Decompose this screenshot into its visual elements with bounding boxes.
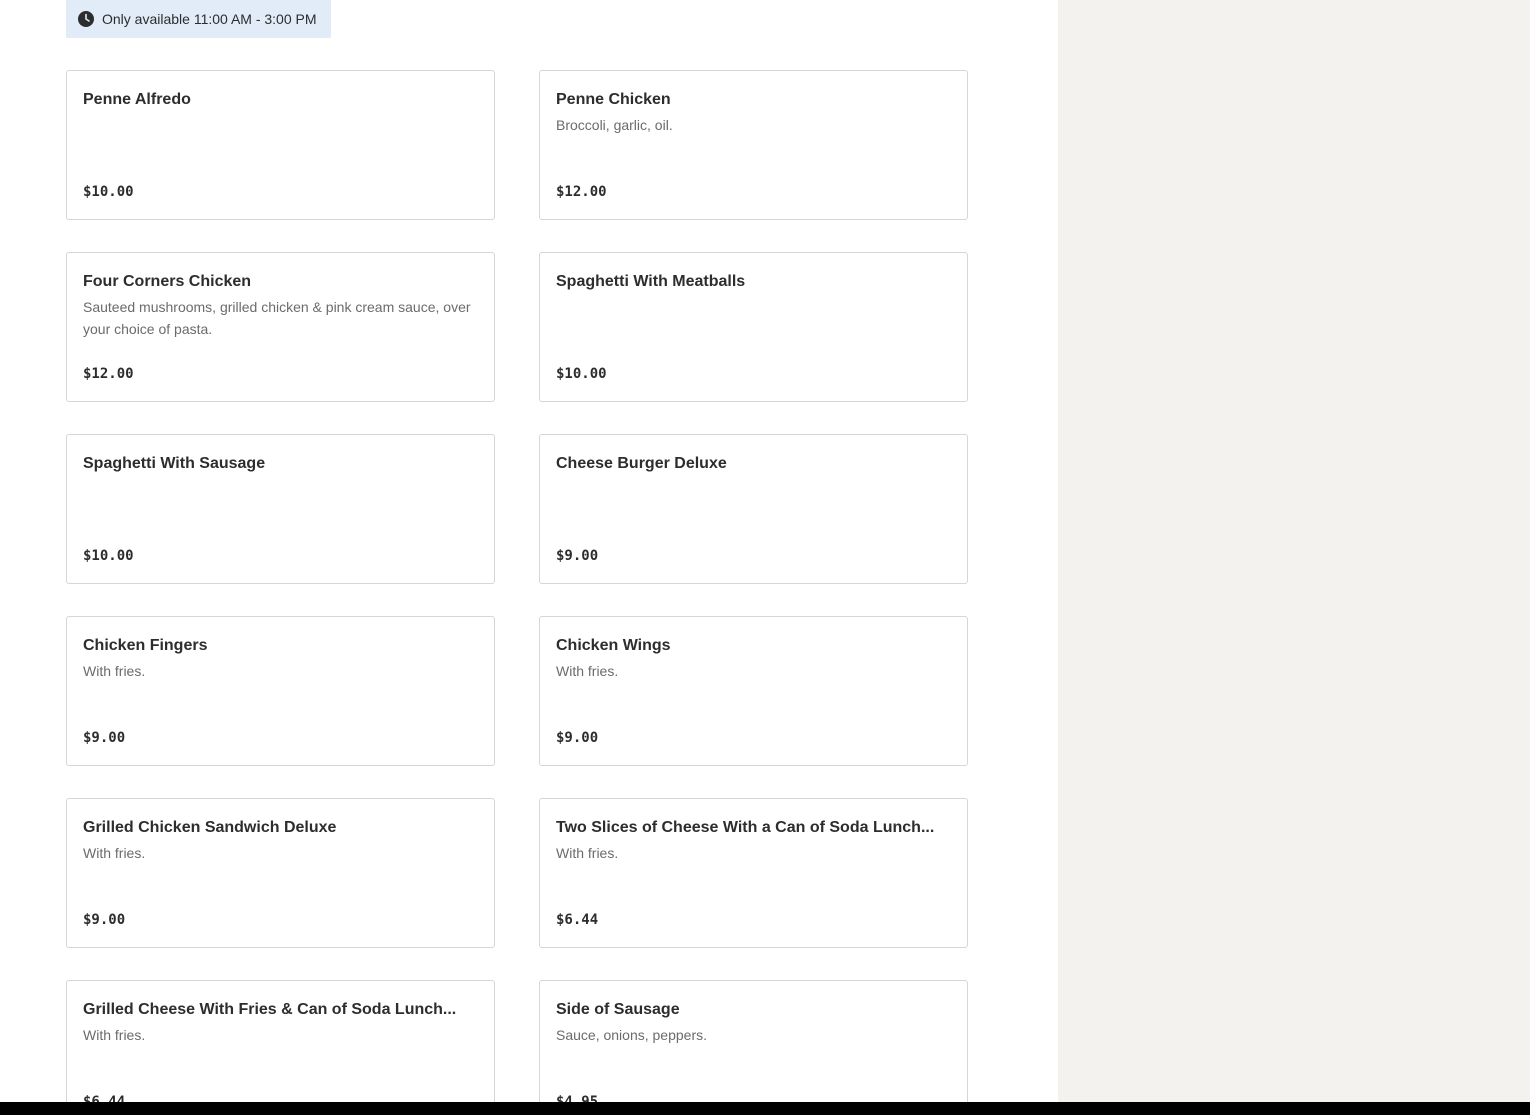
menu-item-card[interactable]: Spaghetti With Sausage $10.00 bbox=[66, 434, 495, 584]
menu-item-price: $9.00 bbox=[556, 730, 599, 746]
availability-text: Only available 11:00 AM - 3:00 PM bbox=[102, 11, 317, 27]
bottom-bar bbox=[0, 1102, 1530, 1115]
menu-item-price: $9.00 bbox=[83, 912, 126, 928]
menu-item-description: With fries. bbox=[83, 1027, 146, 1043]
menu-item-name: Penne Chicken bbox=[556, 91, 671, 108]
menu-item-description: With fries. bbox=[556, 663, 619, 679]
menu-main-area: Only available 11:00 AM - 3:00 PM Penne … bbox=[0, 0, 1058, 1115]
menu-item-price: $9.00 bbox=[83, 730, 126, 746]
menu-item-price: $6.44 bbox=[556, 912, 599, 928]
menu-item-price: $12.00 bbox=[556, 184, 607, 200]
menu-item-card[interactable]: Four Corners Chicken Sauteed mushrooms, g… bbox=[66, 252, 495, 402]
menu-item-name: Two Slices of Cheese With a Can of Soda … bbox=[556, 819, 935, 836]
menu-item-card[interactable]: Penne Alfredo $10.00 bbox=[66, 70, 495, 220]
menu-item-card[interactable]: Cheese Burger Deluxe $9.00 bbox=[539, 434, 968, 584]
menu-item-name: Grilled Cheese With Fries & Can of Soda … bbox=[83, 1001, 457, 1018]
menu-item-price: $10.00 bbox=[83, 184, 134, 200]
menu-item-card[interactable]: Spaghetti With Meatballs $10.00 bbox=[539, 252, 968, 402]
menu-item-name: Spaghetti With Sausage bbox=[83, 455, 266, 472]
menu-item-card[interactable]: Side of SausageSauce, onions, peppers.$4… bbox=[539, 980, 968, 1115]
menu-item-card[interactable]: Chicken Wings With fries. $9.00 bbox=[539, 616, 968, 766]
menu-item-card[interactable]: Penne Chicken Broccoli, garlic, oil. $12.0… bbox=[539, 70, 968, 220]
side-panel bbox=[1058, 0, 1530, 1115]
menu-item-description: Broccoli, garlic, oil. bbox=[556, 117, 673, 133]
menu-item-name: Spaghetti With Meatballs bbox=[556, 273, 746, 290]
menu-item-description: Sauce, onions, peppers. bbox=[556, 1027, 707, 1043]
menu-item-card[interactable]: Two Slices of Cheese With a Can of Soda … bbox=[539, 798, 968, 948]
menu-item-name: Penne Alfredo bbox=[83, 91, 191, 108]
menu-item-name: Cheese Burger Deluxe bbox=[556, 455, 727, 472]
menu-item-name: Chicken Fingers bbox=[83, 637, 208, 654]
menu-item-name: Grilled Chicken Sandwich Deluxe bbox=[83, 819, 337, 836]
menu-item-price: $10.00 bbox=[556, 366, 607, 382]
menu-item-name: Side of Sausage bbox=[556, 1001, 680, 1018]
menu-item-name: Four Corners Chicken bbox=[83, 273, 252, 290]
menu-item-price: $10.00 bbox=[83, 548, 134, 564]
menu-item-description: Sauteed mushrooms, grilled chicken & pin… bbox=[83, 299, 471, 337]
menu-item-price: $12.00 bbox=[83, 366, 134, 382]
menu-item-card[interactable]: Grilled Cheese With Fries & Can of Soda … bbox=[66, 980, 495, 1115]
menu-item-description: With fries. bbox=[83, 845, 146, 861]
menu-item-description: With fries. bbox=[556, 845, 619, 861]
clock-icon bbox=[78, 11, 94, 27]
menu-item-description: With fries. bbox=[83, 663, 146, 679]
menu-item-card[interactable]: Grilled Chicken Sandwich Deluxe With frie… bbox=[66, 798, 495, 948]
availability-banner: Only available 11:00 AM - 3:00 PM bbox=[66, 0, 331, 38]
menu-item-name: Chicken Wings bbox=[556, 637, 671, 654]
menu-item-price: $9.00 bbox=[556, 548, 599, 564]
menu-item-card[interactable]: Chicken Fingers With fries. $9.00 bbox=[66, 616, 495, 766]
